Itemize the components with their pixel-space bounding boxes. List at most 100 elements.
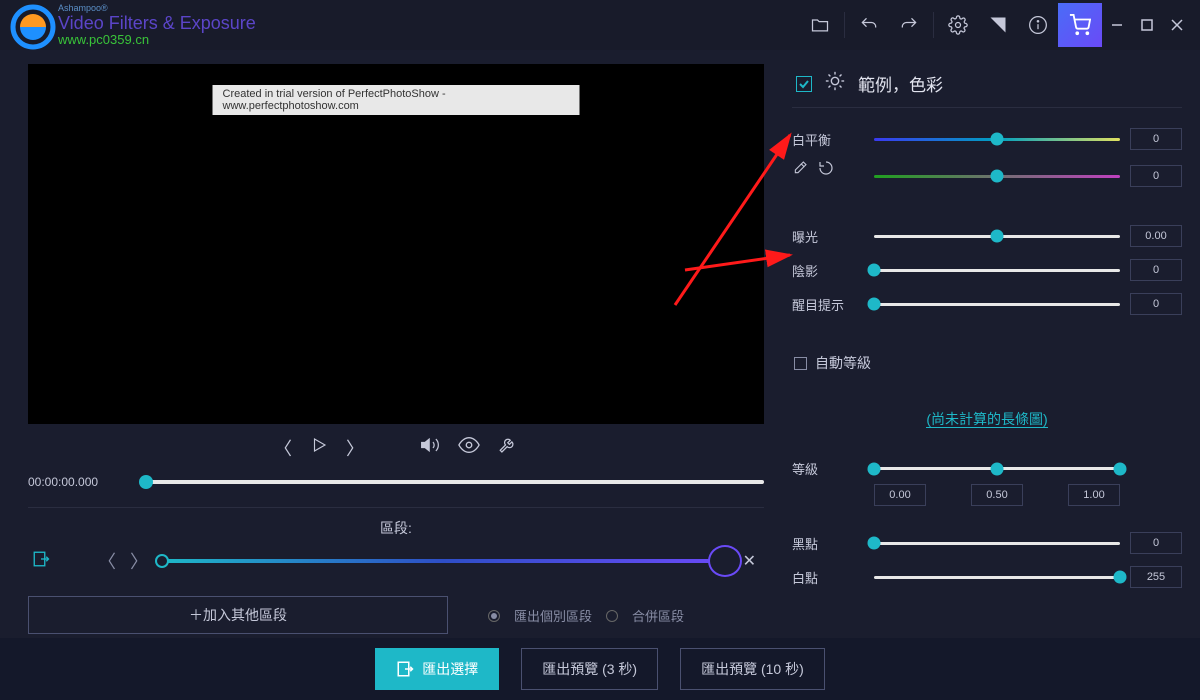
preview-10s-label: 匯出預覽 (10 秒) (701, 659, 804, 679)
reset-icon[interactable] (818, 160, 834, 181)
left-pane: Created in trial version of PerfectPhoto… (0, 50, 780, 630)
shadows-label: 陰影 (792, 261, 864, 280)
window-maximize-icon[interactable] (1132, 5, 1162, 45)
histogram-link[interactable]: (尚未計算的長條圖) (926, 411, 1047, 428)
exposure-row: 曝光 0.00 (792, 219, 1182, 253)
panel-enable-checkbox[interactable] (796, 76, 812, 92)
exposure-slider[interactable] (874, 228, 1120, 244)
levels-slider[interactable] (874, 461, 1120, 477)
white-point-label: 白點 (792, 568, 864, 587)
white-point-value[interactable]: 255 (1130, 566, 1182, 588)
topbar: Ashampoo® Video Filters & Exposure www.p… (0, 0, 1200, 50)
segment-handle-right[interactable] (708, 545, 742, 577)
shadows-value[interactable]: 0 (1130, 259, 1182, 281)
white-point-slider[interactable] (874, 569, 1120, 585)
timeline-slider[interactable] (140, 480, 764, 484)
preview-3s-button[interactable]: 匯出預覽 (3 秒) (521, 648, 658, 690)
next-frame-icon[interactable]: 〉 (346, 435, 364, 461)
segment-remove-icon[interactable]: ✕ (739, 551, 760, 571)
window-minimize-icon[interactable] (1102, 5, 1132, 45)
logo-area: Ashampoo® Video Filters & Exposure www.p… (8, 3, 256, 47)
levels-label: 等級 (792, 459, 864, 478)
bottombar: 匯出選擇 匯出預覽 (3 秒) 匯出預覽 (10 秒) (0, 638, 1200, 700)
play-icon[interactable] (310, 436, 328, 459)
export-selection-label: 匯出選擇 (422, 659, 478, 679)
wrench-icon[interactable] (498, 435, 518, 460)
brand-url: www.pc0359.cn (58, 32, 256, 47)
levels-mid-value[interactable]: 0.50 (971, 484, 1023, 506)
radio-export-individual-label: 匯出個別區段 (514, 606, 592, 625)
timeline-knob[interactable] (139, 475, 153, 489)
exposure-value[interactable]: 0.00 (1130, 225, 1182, 247)
gear-icon[interactable] (938, 5, 978, 45)
black-point-slider[interactable] (874, 535, 1120, 551)
export-mode-row: 匯出個別區段 合併區段 (488, 606, 764, 625)
white-point-row: 白點 255 (792, 560, 1182, 594)
levels-row: 等級 (792, 453, 1182, 484)
highlights-label: 醒目提示 (792, 295, 864, 314)
shadows-slider[interactable] (874, 262, 1120, 278)
export-selection-button[interactable]: 匯出選擇 (375, 648, 499, 690)
brightness-icon (824, 70, 846, 97)
highlights-row: 醒目提示 0 (792, 287, 1182, 321)
volume-icon[interactable] (420, 435, 440, 460)
eye-icon[interactable] (458, 434, 480, 461)
preview-10s-button[interactable]: 匯出預覽 (10 秒) (680, 648, 825, 690)
brand-tag: Ashampoo® (58, 3, 256, 13)
segment-label: 區段: (28, 518, 764, 538)
wb-temp-value[interactable]: 0 (1130, 128, 1182, 150)
seg-prev-icon[interactable]: 〈 (98, 548, 116, 574)
levels-low-value[interactable]: 0.00 (874, 484, 926, 506)
wb-temp-slider[interactable] (874, 131, 1120, 147)
exposure-label: 曝光 (792, 227, 864, 246)
cart-icon[interactable] (1058, 3, 1102, 47)
white-balance-row-2: 0 (792, 159, 1182, 193)
radio-export-merged-label: 合併區段 (632, 606, 684, 625)
info-icon[interactable] (1018, 5, 1058, 45)
wb-tint-slider[interactable] (874, 168, 1120, 184)
radio-export-merged[interactable] (606, 610, 618, 622)
window-close-icon[interactable] (1162, 5, 1192, 45)
segment-row: 〈 〉 ✕ (28, 548, 764, 574)
contrast-icon[interactable] (978, 5, 1018, 45)
white-balance-row-1: 白平衡 0 (792, 122, 1182, 156)
levels-high-value[interactable]: 1.00 (1068, 484, 1120, 506)
export-segment-icon[interactable] (32, 550, 50, 573)
timeline-row: 00:00:00.000 (28, 471, 764, 501)
trial-banner: Created in trial version of PerfectPhoto… (213, 85, 580, 115)
add-segment-button[interactable]: ＋加入其他區段 (28, 596, 448, 634)
app-title: Video Filters & Exposure (58, 13, 256, 34)
white-balance-label: 白平衡 (792, 130, 864, 149)
eyedropper-icon[interactable] (792, 160, 808, 181)
shadows-row: 陰影 0 (792, 253, 1182, 287)
undo-icon[interactable] (849, 5, 889, 45)
auto-level-row: 自動等級 (792, 347, 1182, 379)
redo-icon[interactable] (889, 5, 929, 45)
black-point-label: 黑點 (792, 534, 864, 553)
add-segment-label: 加入其他區段 (203, 607, 287, 623)
right-panel: 範例，色彩 白平衡 0 0 (780, 50, 1200, 630)
black-point-value[interactable]: 0 (1130, 532, 1182, 554)
highlights-value[interactable]: 0 (1130, 293, 1182, 315)
panel-title: 範例，色彩 (858, 71, 943, 96)
panel-header: 範例，色彩 (792, 64, 1182, 108)
wb-tint-value[interactable]: 0 (1130, 165, 1182, 187)
folder-icon[interactable] (800, 5, 840, 45)
radio-export-individual[interactable] (488, 610, 500, 622)
black-point-row: 黑點 0 (792, 526, 1182, 560)
seg-next-icon[interactable]: 〉 (130, 548, 148, 574)
video-preview[interactable]: Created in trial version of PerfectPhoto… (28, 64, 764, 424)
prev-frame-icon[interactable]: 〈 (274, 435, 292, 461)
segment-handle-left[interactable] (155, 554, 169, 568)
auto-level-label: 自動等級 (815, 353, 871, 373)
levels-knob-mid[interactable] (991, 462, 1004, 475)
levels-knob-high[interactable] (1114, 462, 1127, 475)
preview-3s-label: 匯出預覽 (3 秒) (542, 659, 637, 679)
timecode: 00:00:00.000 (28, 475, 128, 489)
segment-range-slider[interactable] (162, 559, 725, 563)
highlights-slider[interactable] (874, 296, 1120, 312)
plus-icon: ＋ (189, 607, 203, 623)
levels-knob-low[interactable] (868, 462, 881, 475)
transport-controls: 〈 〉 (28, 424, 764, 471)
auto-level-checkbox[interactable] (794, 357, 807, 370)
